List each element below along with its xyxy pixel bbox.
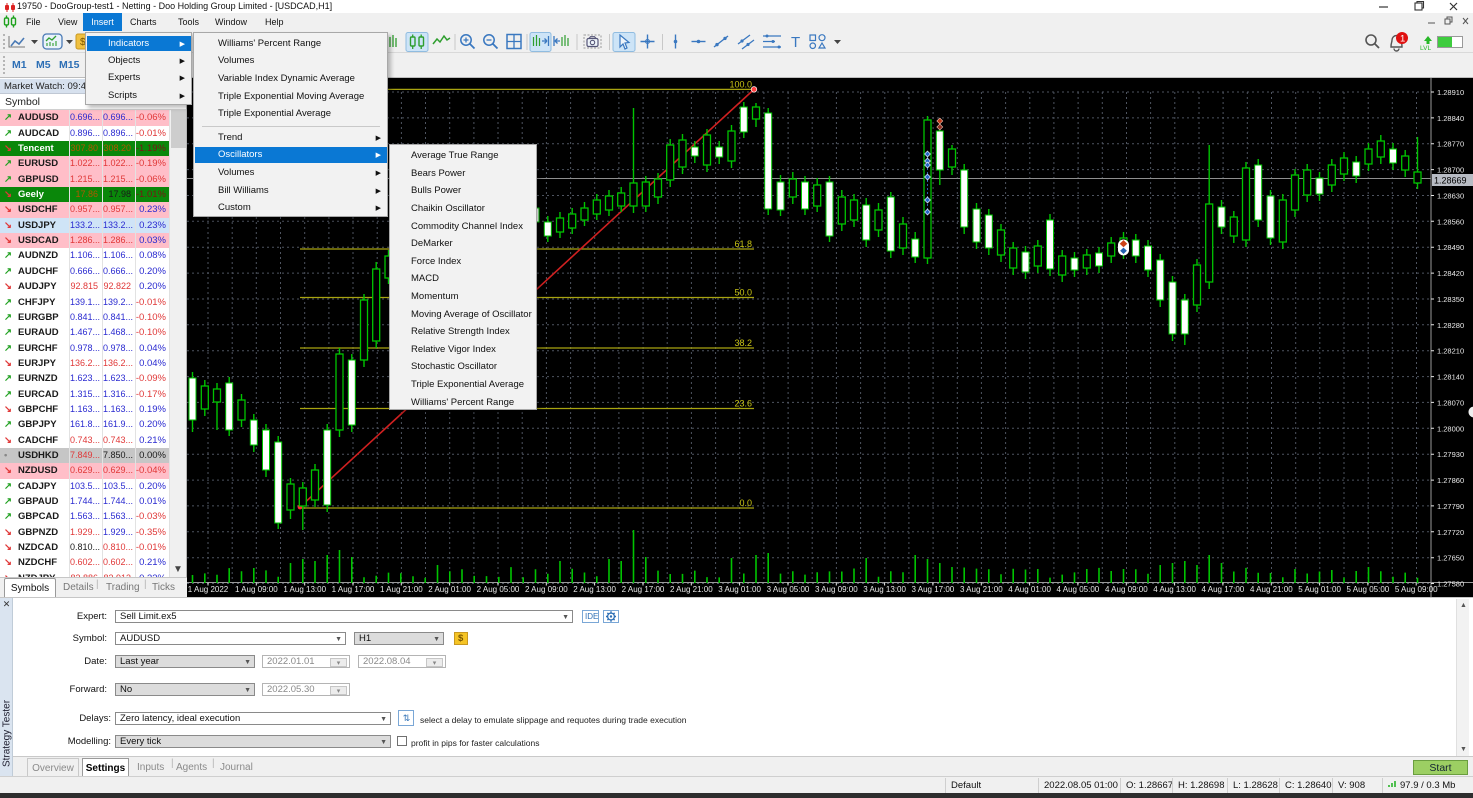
- svg-text:2 Aug 17:00: 2 Aug 17:00: [622, 585, 665, 594]
- svg-text:1.28210: 1.28210: [1437, 347, 1464, 356]
- svg-text:61.8: 61.8: [734, 239, 752, 249]
- svg-text:4 Aug 21:00: 4 Aug 21:00: [1250, 585, 1293, 594]
- svg-text:4 Aug 13:00: 4 Aug 13:00: [1153, 585, 1196, 594]
- svg-text:100.0: 100.0: [729, 79, 752, 89]
- svg-text:1.28280: 1.28280: [1437, 321, 1464, 330]
- svg-text:38.2: 38.2: [734, 338, 752, 348]
- svg-text:4 Aug 09:00: 4 Aug 09:00: [1105, 585, 1148, 594]
- svg-text:1.27860: 1.27860: [1437, 476, 1464, 485]
- svg-text:3 Aug 17:00: 3 Aug 17:00: [912, 585, 955, 594]
- svg-text:1.28350: 1.28350: [1437, 295, 1464, 304]
- svg-text:1 Aug 2022: 1 Aug 2022: [188, 585, 229, 594]
- svg-text:2 Aug 05:00: 2 Aug 05:00: [477, 585, 520, 594]
- svg-text:LVL: LVL: [1420, 45, 1431, 52]
- svg-text:1.28490: 1.28490: [1437, 243, 1464, 252]
- svg-text:1.27930: 1.27930: [1437, 450, 1464, 459]
- svg-text:3 Aug 09:00: 3 Aug 09:00: [815, 585, 858, 594]
- svg-text:1.28560: 1.28560: [1437, 217, 1464, 226]
- svg-text:1.27790: 1.27790: [1437, 502, 1464, 511]
- svg-text:1.28910: 1.28910: [1437, 88, 1464, 97]
- svg-text:50.0: 50.0: [734, 288, 752, 298]
- svg-text:3 Aug 13:00: 3 Aug 13:00: [863, 585, 906, 594]
- svg-text:2 Aug 21:00: 2 Aug 21:00: [670, 585, 713, 594]
- svg-text:1 Aug 21:00: 1 Aug 21:00: [380, 585, 423, 594]
- svg-text:4 Aug 05:00: 4 Aug 05:00: [1057, 585, 1100, 594]
- svg-text:1.28630: 1.28630: [1437, 192, 1464, 201]
- svg-text:1.28840: 1.28840: [1437, 114, 1464, 123]
- svg-text:1.28420: 1.28420: [1437, 269, 1464, 278]
- svg-text:3 Aug 01:00: 3 Aug 01:00: [718, 585, 761, 594]
- svg-text:1.28770: 1.28770: [1437, 140, 1464, 149]
- svg-text:1.28700: 1.28700: [1437, 166, 1464, 175]
- svg-text:1.28669: 1.28669: [1434, 176, 1467, 186]
- svg-text:1.28140: 1.28140: [1437, 373, 1464, 382]
- svg-text:3 Aug 21:00: 3 Aug 21:00: [960, 585, 1003, 594]
- svg-text:4 Aug 01:00: 4 Aug 01:00: [1008, 585, 1051, 594]
- svg-text:0.0: 0.0: [739, 498, 752, 508]
- svg-text:2 Aug 13:00: 2 Aug 13:00: [573, 585, 616, 594]
- svg-text:1 Aug 09:00: 1 Aug 09:00: [235, 585, 278, 594]
- svg-text:1 Aug 13:00: 1 Aug 13:00: [283, 585, 326, 594]
- svg-text:5 Aug 05:00: 5 Aug 05:00: [1347, 585, 1390, 594]
- svg-text:1.28070: 1.28070: [1437, 398, 1464, 407]
- svg-text:T: T: [791, 34, 800, 51]
- svg-text:1.27720: 1.27720: [1437, 528, 1464, 537]
- svg-text:5 Aug 01:00: 5 Aug 01:00: [1298, 585, 1341, 594]
- svg-text:1.27580: 1.27580: [1437, 580, 1464, 589]
- svg-text:1 Aug 17:00: 1 Aug 17:00: [332, 585, 375, 594]
- svg-text:1.28000: 1.28000: [1437, 424, 1464, 433]
- svg-text:2 Aug 01:00: 2 Aug 01:00: [428, 585, 471, 594]
- svg-text:1: 1: [1400, 34, 1405, 45]
- svg-text:1.27650: 1.27650: [1437, 554, 1464, 563]
- svg-text:4 Aug 17:00: 4 Aug 17:00: [1202, 585, 1245, 594]
- svg-text:2 Aug 09:00: 2 Aug 09:00: [525, 585, 568, 594]
- svg-text:5 Aug 09:00: 5 Aug 09:00: [1395, 585, 1438, 594]
- svg-text:3 Aug 05:00: 3 Aug 05:00: [767, 585, 810, 594]
- svg-text:23.6: 23.6: [734, 399, 752, 409]
